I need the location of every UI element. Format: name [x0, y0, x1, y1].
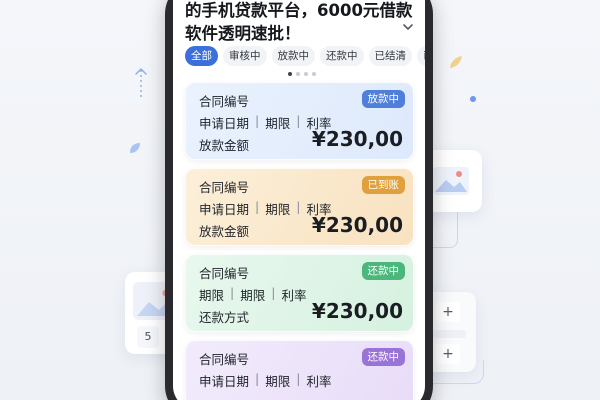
- tab-all[interactable]: 全部: [185, 46, 218, 66]
- leaf-icon: [130, 143, 140, 153]
- tab-repaying[interactable]: 还款中: [320, 46, 364, 66]
- tab-lending[interactable]: 放款中: [271, 46, 315, 66]
- decorative-dot: [470, 96, 476, 102]
- meta-label: 期限: [265, 116, 291, 131]
- tab-overdue[interactable]: 已逾: [417, 46, 425, 66]
- phone-frame: 急用钱必看！盘点5个最快到账的手机贷款平台，6000元借款软件透明速批！ 全部 …: [165, 0, 433, 400]
- separator: |: [255, 113, 260, 128]
- contract-card[interactable]: 合同编号 已到账 申请日期 | 期限 | 利率 放款金额 ¥230,00: [185, 168, 414, 246]
- separator: |: [230, 285, 235, 300]
- contract-number-label: 合同编号: [199, 180, 250, 195]
- page-dot: [312, 72, 316, 76]
- contract-number-label: 合同编号: [199, 266, 250, 281]
- contract-card[interactable]: 合同编号 还款中 期限 | 期限 | 利率 还款方式 ¥230,00: [185, 254, 414, 332]
- page-indicator: [288, 72, 316, 76]
- tab-settled[interactable]: 已结清: [368, 46, 412, 66]
- amount-value: ¥230,00: [311, 213, 403, 237]
- contract-card[interactable]: 合同编号 还款中 申请日期 | 期限 | 利率: [185, 340, 414, 400]
- contract-meta: 申请日期 | 期限 | 利率: [199, 371, 331, 390]
- chevron-down-icon[interactable]: [402, 22, 414, 32]
- contract-card[interactable]: 合同编号 放款中 申请日期 | 期限 | 利率 放款金额 ¥230,00: [185, 82, 414, 160]
- repayment-method-label: 还款方式: [199, 310, 250, 325]
- status-badge: 还款中: [361, 348, 405, 366]
- page-dot: [288, 72, 292, 76]
- meta-label: 期限: [240, 288, 266, 303]
- contract-number-label: 合同编号: [199, 94, 250, 109]
- status-badge: 已到账: [361, 176, 405, 194]
- amount-label: 放款金额: [199, 138, 250, 153]
- contract-meta: 期限 | 期限 | 利率: [199, 285, 306, 304]
- meta-label: 利率: [281, 288, 307, 303]
- meta-label: 申请日期: [199, 202, 250, 217]
- separator: |: [296, 113, 301, 128]
- page-number: 5: [137, 326, 159, 348]
- meta-label: 申请日期: [199, 374, 250, 389]
- contract-number-label: 合同编号: [199, 352, 250, 367]
- meta-label: 期限: [199, 288, 225, 303]
- meta-label: 申请日期: [199, 116, 250, 131]
- leaf-icon: [450, 56, 462, 68]
- meta-label: 期限: [265, 202, 291, 217]
- page-dot: [296, 72, 300, 76]
- amount-value: ¥230,00: [311, 127, 403, 151]
- decorative-outline: [430, 360, 484, 384]
- meta-label: 期限: [265, 374, 291, 389]
- phone-screen: 急用钱必看！盘点5个最快到账的手机贷款平台，6000元借款软件透明速批！ 全部 …: [173, 0, 425, 400]
- amount-value: ¥230,00: [311, 299, 403, 323]
- image-icon: [433, 167, 469, 195]
- status-badge: 还款中: [361, 262, 405, 280]
- article-headline: 急用钱必看！盘点5个最快到账的手机贷款平台，6000元借款软件透明速批！: [185, 1, 413, 43]
- plus-icon: +: [436, 302, 460, 322]
- amount-label: 放款金额: [199, 224, 250, 239]
- separator: |: [296, 371, 301, 386]
- meta-label: 利率: [306, 374, 332, 389]
- separator: |: [255, 371, 260, 386]
- arrow-up-icon: [135, 67, 147, 98]
- separator: |: [255, 199, 260, 214]
- page-dot: [304, 72, 308, 76]
- tab-reviewing[interactable]: 审核中: [223, 46, 267, 66]
- separator: |: [271, 285, 276, 300]
- status-tabs: 全部 审核中 放款中 还款中 已结清 已逾: [185, 46, 425, 68]
- decorative-bar: [432, 330, 466, 338]
- status-badge: 放款中: [361, 90, 405, 108]
- separator: |: [296, 199, 301, 214]
